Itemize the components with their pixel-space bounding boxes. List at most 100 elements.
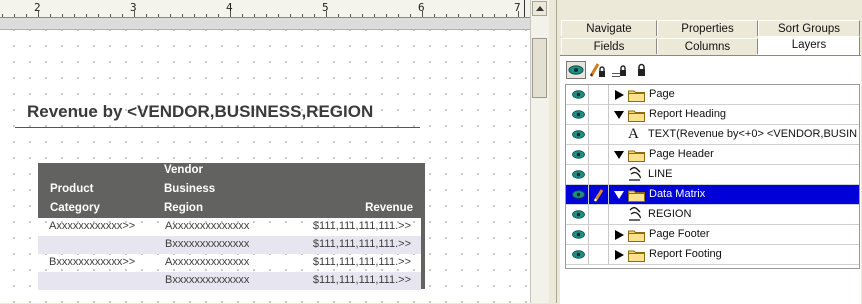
ruler-tick [458,14,459,17]
ruler-right-margin-marker[interactable] [524,0,525,17]
ruler-tick [410,14,411,17]
eye-icon[interactable] [572,110,585,119]
cell-revenue: $111,111,111,111.>> [312,274,411,286]
column-divider [588,225,589,245]
text-element-icon: A [628,126,639,142]
layer-row-report-footing[interactable]: Report Footing [566,245,859,265]
ruler-tick [338,14,339,17]
report-title[interactable]: Revenue by <VENDOR,BUSINESS,REGION [27,102,373,122]
panel-splitter[interactable] [549,0,557,303]
data-matrix[interactable]: Product Category Vendor Business Region … [38,161,425,290]
eye-icon[interactable] [572,230,585,239]
pencil-icon[interactable] [592,187,606,203]
tab-layers[interactable]: Layers [758,36,860,55]
folder-icon [628,250,645,262]
collapse-arrow-icon[interactable] [614,150,624,160]
layer-label: Page [649,88,675,100]
folder-icon [628,90,645,102]
side-panel: Navigate Properties Sort Groups Fields C… [557,0,862,304]
column-divider [608,165,609,185]
line-element-icon [628,166,642,187]
report-canvas[interactable]: 2 3 4 5 6 7 Revenue by <VENDOR,BUSINESS,… [0,0,530,303]
layer-label: TEXT(Revenue by<+0> <VENDOR,BUSIN [648,128,858,140]
ruler-tick [470,14,471,17]
ruler-tick [494,14,495,17]
ruler-tick [110,14,111,17]
layer-row-text-revenue-by-0-vendor-busin[interactable]: A TEXT(Revenue by<+0> <VENDOR,BUSIN [566,125,859,145]
ruler-tick [62,14,63,17]
column-divider [608,145,609,165]
column-divider [608,105,609,125]
eye-icon[interactable] [572,90,585,99]
column-divider [608,205,609,225]
eye-icon[interactable] [572,170,585,179]
tab-navigate[interactable]: Navigate [561,20,657,36]
layer-row-region[interactable]: REGION [566,205,859,225]
lock-icon [638,63,645,76]
squiggle-icon [629,167,641,181]
layer-row-page[interactable]: Page [566,85,859,105]
expand-arrow-icon[interactable] [614,90,624,100]
tab-columns[interactable]: Columns [657,38,758,54]
layer-row-line[interactable]: LINE [566,165,859,185]
collapse-arrow-icon[interactable] [614,110,624,120]
eye-icon[interactable] [572,130,585,139]
ruler-tick [506,14,507,17]
eye-icon[interactable] [572,210,585,219]
expand-arrow-icon[interactable] [614,250,624,260]
cell-region: Bxxxxxxxxxxxxxx [165,238,250,250]
scroll-up-button[interactable] [532,1,547,16]
ruler-tick [314,14,315,17]
layer-label: Data Matrix [649,188,706,200]
ruler-tick [446,14,447,17]
scroll-thumb[interactable] [532,38,547,98]
layer-label: REGION [648,208,692,220]
column-divider [588,165,589,185]
lock-position-button[interactable] [610,61,630,79]
layer-label: Page Header [649,148,714,160]
tab-fields[interactable]: Fields [561,38,657,54]
column-divider [608,225,609,245]
ruler-tick [158,14,159,17]
layer-row-report-heading[interactable]: Report Heading [566,105,859,125]
ruler-tick [122,14,123,17]
ruler-tick [194,14,195,17]
eye-icon[interactable] [572,190,585,199]
title-underline[interactable] [15,127,420,128]
eye-icon[interactable] [572,250,585,259]
cell-product: Bxxxxxxxxxxxx>> [49,256,136,268]
layers-toolbar [566,60,666,80]
canvas-vertical-scrollbar[interactable] [530,0,549,303]
pencil-lock-icon [589,63,605,77]
cell-product: Axxxxxxxxxxxx>> [49,220,136,232]
toggle-edit-lock-button[interactable] [588,61,608,79]
ruler-tick [74,14,75,17]
layer-row-page-footer[interactable]: Page Footer [566,225,859,245]
horizontal-ruler: 2 3 4 5 6 7 [0,0,530,18]
folder-icon [628,110,645,122]
ruler-tick [26,14,27,17]
header-vendor-business-region: Vendor Business Region [164,161,215,218]
layers-tree[interactable]: Page Report Heading A TEXT(Revenue by<+0> <… [565,84,860,269]
ruler-tick [86,14,87,17]
eye-icon[interactable] [572,150,585,159]
column-divider [588,205,589,225]
move-lock-icon [612,65,626,77]
folder-icon [628,190,645,202]
collapse-arrow-icon[interactable] [614,190,624,200]
toggle-visibility-button[interactable] [566,61,586,79]
layer-label: LINE [648,168,673,180]
expand-arrow-icon[interactable] [614,230,624,240]
header-vendor-line3: Region [164,202,203,214]
cell-revenue: $111,111,111,111.>> [312,220,411,232]
layer-row-page-header[interactable]: Page Header [566,145,859,165]
lock-all-button[interactable] [632,61,652,79]
column-divider [588,125,589,145]
header-product-line2: Category [50,202,100,214]
ruler-tick [518,11,519,17]
tab-properties[interactable]: Properties [657,20,758,36]
eye-icon [568,65,584,75]
tab-sort-groups[interactable]: Sort Groups [758,20,860,36]
layer-row-data-matrix[interactable]: Data Matrix [566,185,859,205]
header-product-category: Product Category [50,180,100,218]
